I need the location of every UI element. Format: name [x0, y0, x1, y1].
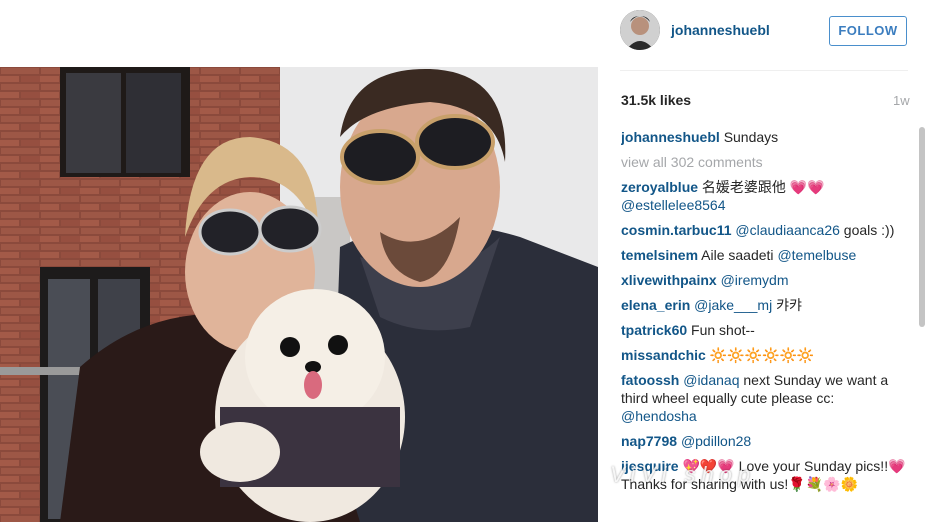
comment-mention[interactable]: @claudiaanca26: [735, 222, 840, 238]
comment-item: tpatrick60 Fun shot--: [621, 321, 906, 339]
comment-item: nap7798 @pdillon28: [621, 432, 906, 450]
comment-text: goals :)): [839, 222, 895, 238]
comment-username[interactable]: tpatrick60: [621, 322, 687, 338]
user-avatar[interactable]: [620, 10, 660, 50]
divider: [620, 70, 908, 71]
comment-item: fatoossh @idanaq next Sunday we want a t…: [621, 371, 906, 425]
comment-mention-2[interactable]: @hendosha: [621, 408, 697, 424]
comments-scrollbar[interactable]: [919, 127, 925, 327]
photo-illustration: [0, 67, 598, 522]
comment-text: Fun shot--: [687, 322, 755, 338]
post-age[interactable]: 1w: [893, 93, 910, 108]
caption-username[interactable]: johanneshuebl: [621, 129, 720, 145]
comment-item: xlivewithpainx @iremydm: [621, 271, 906, 289]
comment-username[interactable]: zeroyalblue: [621, 179, 698, 195]
comment-mention[interactable]: @jake___mj: [694, 297, 772, 313]
comment-username[interactable]: missandchic: [621, 347, 706, 363]
post-header: johanneshuebl FOLLOW: [620, 10, 908, 54]
comment-mention[interactable]: @iremydm: [721, 272, 789, 288]
comment-username[interactable]: fatoossh: [621, 372, 679, 388]
comment-username[interactable]: elena_erin: [621, 297, 690, 313]
comment-item: elena_erin @jake___mj 캬캬: [621, 296, 906, 314]
avatar-icon: [620, 10, 660, 50]
header-username[interactable]: johanneshuebl: [671, 22, 770, 38]
comment-username[interactable]: nap7798: [621, 433, 677, 449]
comment-username[interactable]: xlivewithpainx: [621, 272, 717, 288]
comment-item: missandchic 🔆🔆🔆🔆🔆🔆: [621, 346, 906, 364]
comment-mention[interactable]: @idanaq: [683, 372, 739, 388]
likes-count[interactable]: 31.5k likes: [621, 92, 691, 108]
comment-mention[interactable]: @estellelee8564: [621, 197, 726, 213]
comment-username[interactable]: temelsinem: [621, 247, 698, 263]
follow-button[interactable]: FOLLOW: [829, 16, 907, 46]
comment-item: zeroyalblue 名媛老婆跟他 💗💗 @estellelee8564: [621, 178, 906, 214]
post-photo: [0, 67, 598, 522]
comment-username[interactable]: cosmin.tarbuc11: [621, 222, 732, 238]
comment-text: 🔆🔆🔆🔆🔆🔆: [705, 347, 815, 363]
post-sidebar: johanneshuebl FOLLOW 31.5k likes 1w joha…: [598, 0, 929, 522]
caption-text: Sundays: [723, 129, 779, 145]
comment-mention[interactable]: @pdillon28: [681, 433, 751, 449]
view-all-comments-link[interactable]: view all 302 comments: [621, 153, 906, 171]
comment-item: cosmin.tarbuc11 @claudiaanca26 goals :)): [621, 221, 906, 239]
comment-text: Aile saadeti: [698, 247, 778, 263]
caption: johanneshuebl Sundays: [621, 128, 906, 146]
comment-mention[interactable]: @temelbuse: [777, 247, 856, 263]
comment-text: 캬캬: [772, 297, 802, 313]
watermark: ViVi shop: [610, 462, 757, 487]
comment-text: 名媛老婆跟他 💗💗: [698, 179, 825, 195]
comment-item: temelsinem Aile saadeti @temelbuse: [621, 246, 906, 264]
